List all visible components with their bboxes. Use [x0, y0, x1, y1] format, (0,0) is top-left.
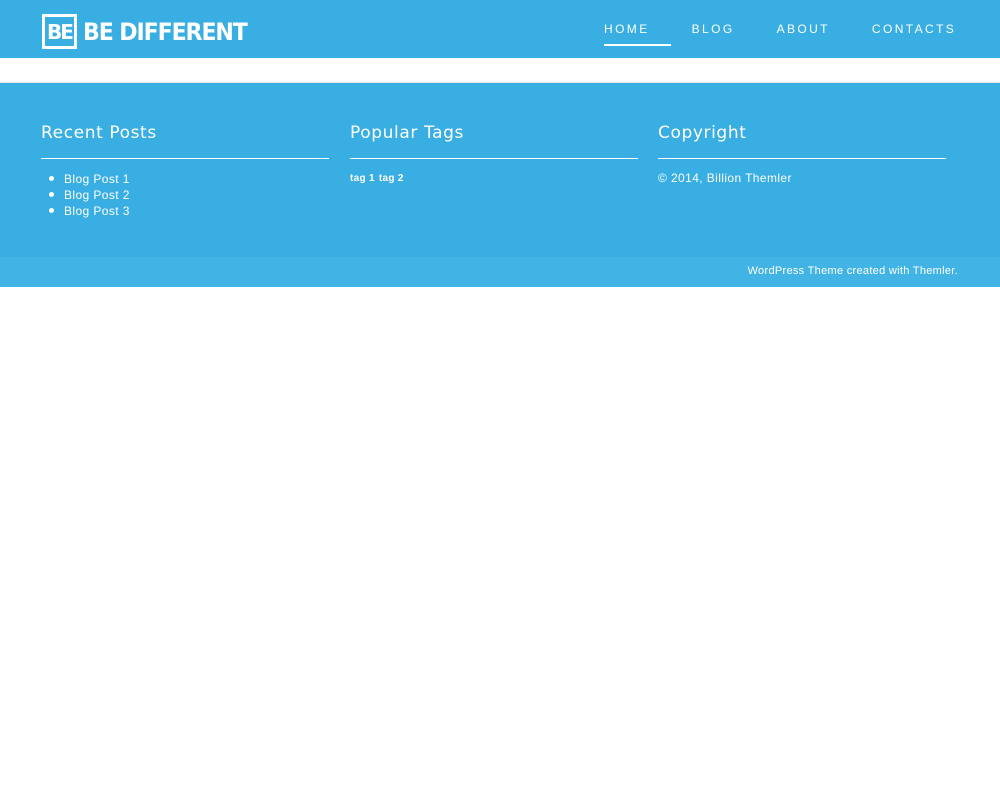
recent-post-link[interactable]: Blog Post 3 — [41, 203, 329, 219]
themler-link[interactable]: Themler — [913, 265, 955, 277]
copyright-title: Copyright — [658, 123, 946, 159]
nav-item-blog[interactable]: BLOG — [671, 0, 756, 58]
popular-tags-title: Popular Tags — [350, 123, 638, 159]
recent-posts-widget: Recent Posts Blog Post 1 Blog Post 2 Blo… — [41, 123, 329, 219]
popular-tags-widget: Popular Tags tag 1 tag 2 — [350, 123, 638, 184]
recent-posts-title: Recent Posts — [41, 123, 329, 159]
wordpress-theme-link[interactable]: WordPress Theme — [748, 265, 844, 277]
recent-posts-list: Blog Post 1 Blog Post 2 Blog Post 3 — [41, 171, 329, 219]
credit-middle-text: created with — [843, 265, 913, 277]
tag-link[interactable]: tag 2 — [379, 173, 404, 184]
site-logo[interactable]: BE BE DIFFERENT — [42, 14, 261, 49]
nav-item-about[interactable]: ABOUT — [756, 0, 851, 58]
copyright-text: © 2014, Billion Themler — [658, 171, 792, 185]
logo-mark-icon: BE — [42, 14, 77, 49]
nav-item-home[interactable]: HOME — [583, 0, 671, 58]
logo-mark-text: BE — [47, 19, 74, 44]
recent-post-link[interactable]: Blog Post 1 — [41, 171, 329, 187]
footer-widgets: Recent Posts Blog Post 1 Blog Post 2 Blo… — [0, 83, 1000, 257]
logo-text: BE DIFFERENT — [83, 17, 248, 46]
footer-credit-bar: WordPress Theme created with Themler. — [0, 257, 1000, 287]
content-area — [0, 58, 1000, 83]
nav-item-contacts[interactable]: CONTACTS — [851, 0, 977, 58]
site-header: BE BE DIFFERENT HOME BLOG ABOUT CONTACTS — [0, 0, 1000, 58]
tag-link[interactable]: tag 1 — [350, 173, 375, 184]
copyright-widget: Copyright © 2014, Billion Themler — [658, 123, 946, 185]
recent-post-link[interactable]: Blog Post 2 — [41, 187, 329, 203]
credit-end-text: . — [954, 265, 958, 277]
theme-credit: WordPress Theme created with Themler. — [748, 265, 958, 277]
tag-cloud: tag 1 tag 2 — [350, 173, 638, 184]
main-nav: HOME BLOG ABOUT CONTACTS — [583, 0, 977, 58]
